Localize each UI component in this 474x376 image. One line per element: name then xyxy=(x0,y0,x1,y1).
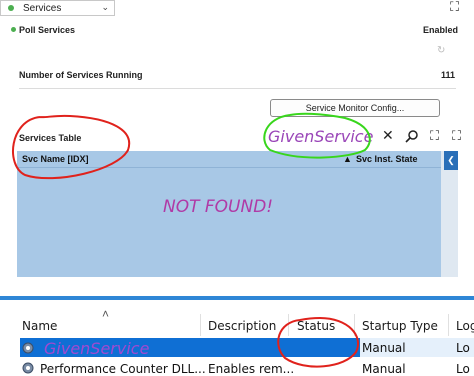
column-separator xyxy=(354,314,355,336)
dropdown-label: Services xyxy=(23,3,62,14)
refresh-icon[interactable]: ↻ xyxy=(437,45,445,56)
column-status[interactable]: Status xyxy=(297,319,335,333)
search-icon[interactable] xyxy=(405,129,419,143)
column-name[interactable]: Name xyxy=(22,319,57,333)
column-separator xyxy=(448,314,449,336)
service-dropdown[interactable]: Services ⌄ xyxy=(0,0,115,16)
poll-status-dot xyxy=(11,27,16,32)
search-input-text[interactable]: GivenService xyxy=(268,127,373,146)
status-dot xyxy=(8,5,14,11)
column-log-on-as[interactable]: Log xyxy=(456,319,474,333)
column-separator xyxy=(200,314,201,336)
column-svc-state[interactable]: Svc Inst. State xyxy=(356,154,418,164)
services-running-label: Number of Services Running xyxy=(19,70,143,80)
row-startup: Manual xyxy=(362,341,406,355)
poll-services-value: Enabled xyxy=(423,25,459,35)
fullscreen-exit-icon[interactable]: ⛶ xyxy=(452,128,461,144)
empty-message: NOT FOUND! xyxy=(163,197,274,217)
services-table-title: Services Table xyxy=(19,133,82,143)
column-startup-type[interactable]: Startup Type xyxy=(362,319,438,333)
fullscreen-icon[interactable]: ⛶ xyxy=(430,128,439,144)
search-box[interactable]: GivenService ✕ xyxy=(262,127,422,146)
service-monitor-config-button[interactable]: Service Monitor Config... xyxy=(270,99,440,117)
row-description: Enables rem... xyxy=(208,362,295,376)
column-separator xyxy=(288,314,289,336)
row-name: Performance Counter DLL... xyxy=(40,362,206,376)
header-divider xyxy=(17,167,441,168)
row-log: Lo xyxy=(456,341,470,355)
chevron-left-icon[interactable]: ❮ xyxy=(444,151,458,170)
clear-icon[interactable]: ✕ xyxy=(382,127,394,144)
services-running-value: 111 xyxy=(441,70,456,80)
gear-icon xyxy=(22,342,34,354)
row-log: Lo xyxy=(456,362,470,376)
poll-services-label: Poll Services xyxy=(19,25,76,35)
divider xyxy=(19,88,456,89)
column-description[interactable]: Description xyxy=(208,319,276,333)
sort-caret-icon: ˄ xyxy=(102,307,110,321)
gear-icon xyxy=(22,362,34,374)
expand-icon[interactable]: ⛶ xyxy=(450,0,459,15)
row-name: GivenService xyxy=(44,339,150,358)
row-startup: Manual xyxy=(362,362,406,376)
chevron-down-icon: ⌄ xyxy=(101,2,109,12)
sort-up-icon[interactable]: ▲ xyxy=(343,154,352,164)
column-svc-name[interactable]: Svc Name [IDX] xyxy=(22,154,89,164)
